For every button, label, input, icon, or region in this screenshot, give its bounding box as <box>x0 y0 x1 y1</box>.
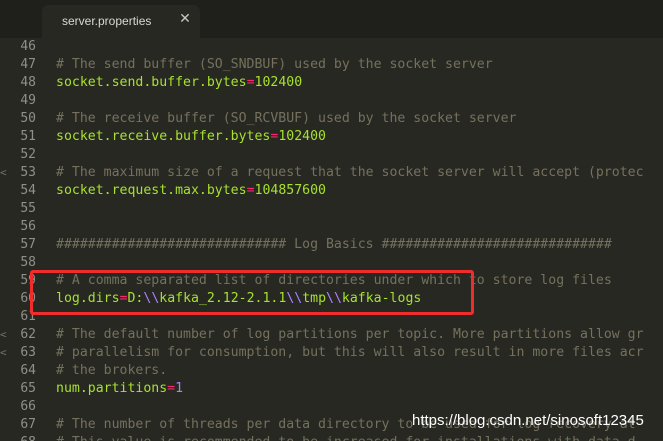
line-number: 65 <box>20 381 36 396</box>
code-line[interactable]: <53 # The maximum size of a request that … <box>0 164 663 182</box>
line-number: 62 <box>20 327 36 342</box>
code-line[interactable]: <63 # parallelism for consumption, but th… <box>0 344 663 362</box>
line-number: 51 <box>20 129 36 144</box>
code-token: socket.send.buffer.bytes <box>56 75 247 90</box>
code-line[interactable]: 55 <box>0 200 663 218</box>
line-number: 57 <box>20 237 36 252</box>
code-line[interactable]: 64 # the brokers. <box>0 362 663 380</box>
code-line[interactable]: 46 <box>0 38 663 56</box>
code-token: 102400 <box>254 75 303 90</box>
line-number: 67 <box>20 417 36 432</box>
code-text: # This value is recommended to be increa… <box>56 434 636 441</box>
tab-server-properties[interactable]: server.properties ✕ <box>42 5 200 38</box>
code-token: num.partitions <box>56 381 168 396</box>
code-text: # parallelism for consumption, but this … <box>56 344 644 362</box>
line-number: 64 <box>20 363 36 378</box>
code-token: = <box>246 183 255 198</box>
code-line[interactable]: 50 # The receive buffer (SO_RCVBUF) used … <box>0 110 663 128</box>
code-token: ############################# Log Basics… <box>56 237 612 252</box>
code-token: 104857600 <box>254 183 326 198</box>
code-text: socket.request.max.bytes=104857600 <box>56 182 326 200</box>
code-token: # parallelism for consumption, but this … <box>56 345 644 360</box>
code-token: = <box>246 75 255 90</box>
line-number: 54 <box>20 183 36 198</box>
line-number: 58 <box>20 255 36 270</box>
tab-label: server.properties <box>62 14 152 28</box>
code-text: # The default number of log partitions p… <box>56 326 644 344</box>
code-token: 102400 <box>278 129 326 144</box>
code-line[interactable]: 56 <box>0 218 663 236</box>
code-token: # This value is recommended to be increa… <box>56 435 636 441</box>
code-editor[interactable]: 46 47 # The send buffer (SO_SNDBUF) used b… <box>0 38 663 441</box>
tab-bar: server.properties ✕ <box>0 0 663 38</box>
line-number: 56 <box>20 219 36 234</box>
code-line[interactable]: 47 # The send buffer (SO_SNDBUF) used by … <box>0 56 663 74</box>
line-number: 46 <box>20 39 36 54</box>
code-token: 1 <box>175 381 184 396</box>
code-token: # The send buffer (SO_SNDBUF) used by th… <box>56 57 493 72</box>
code-line[interactable]: 65 num.partitions=1 <box>0 380 663 398</box>
line-number: 53 <box>20 165 36 180</box>
code-token: # The receive buffer (SO_RCVBUF) used by… <box>56 111 517 126</box>
code-token: = <box>167 381 176 396</box>
code-line[interactable]: 49 <box>0 92 663 110</box>
code-line[interactable]: 57 ############################# Log Basi… <box>0 236 663 254</box>
code-line[interactable]: 52 <box>0 146 663 164</box>
line-number: 49 <box>20 93 36 108</box>
code-text: # The maximum size of a request that the… <box>56 164 644 182</box>
code-text: socket.send.buffer.bytes=102400 <box>56 74 302 92</box>
code-text: # The receive buffer (SO_RCVBUF) used by… <box>56 110 517 128</box>
code-token: socket.request.max.bytes <box>56 183 247 198</box>
line-number: 63 <box>20 345 36 360</box>
code-text: num.partitions=1 <box>56 380 183 398</box>
close-icon[interactable]: ✕ <box>177 11 193 27</box>
line-number: 55 <box>20 201 36 216</box>
code-text: ############################# Log Basics… <box>56 236 612 254</box>
line-number: 68 <box>0 434 36 441</box>
annotation-highlight-box <box>30 270 474 315</box>
line-number: 52 <box>20 147 36 162</box>
code-token: # The maximum size of a request that the… <box>56 165 644 180</box>
code-line[interactable]: 68 # This value is recommended to be incr… <box>0 434 663 441</box>
code-text: socket.receive.buffer.bytes=102400 <box>56 128 326 146</box>
code-line[interactable]: 51 socket.receive.buffer.bytes=102400 <box>0 128 663 146</box>
code-token: # The default number of log partitions p… <box>56 327 644 342</box>
code-token: # the brokers. <box>56 363 168 378</box>
code-text: # The send buffer (SO_SNDBUF) used by th… <box>56 56 493 74</box>
watermark-text: https://blog.csdn.net/sinosoft12345 <box>412 412 644 429</box>
code-line[interactable]: 54 socket.request.max.bytes=104857600 <box>0 182 663 200</box>
line-number: 50 <box>20 111 36 126</box>
code-line[interactable]: 48 socket.send.buffer.bytes=102400 <box>0 74 663 92</box>
code-token: socket.receive.buffer.bytes <box>56 129 271 144</box>
line-number: 48 <box>20 75 36 90</box>
code-text: # the brokers. <box>56 362 167 380</box>
line-number: 47 <box>20 57 36 72</box>
line-number: 66 <box>20 399 36 414</box>
code-line[interactable]: <62 # The default number of log partition… <box>0 326 663 344</box>
